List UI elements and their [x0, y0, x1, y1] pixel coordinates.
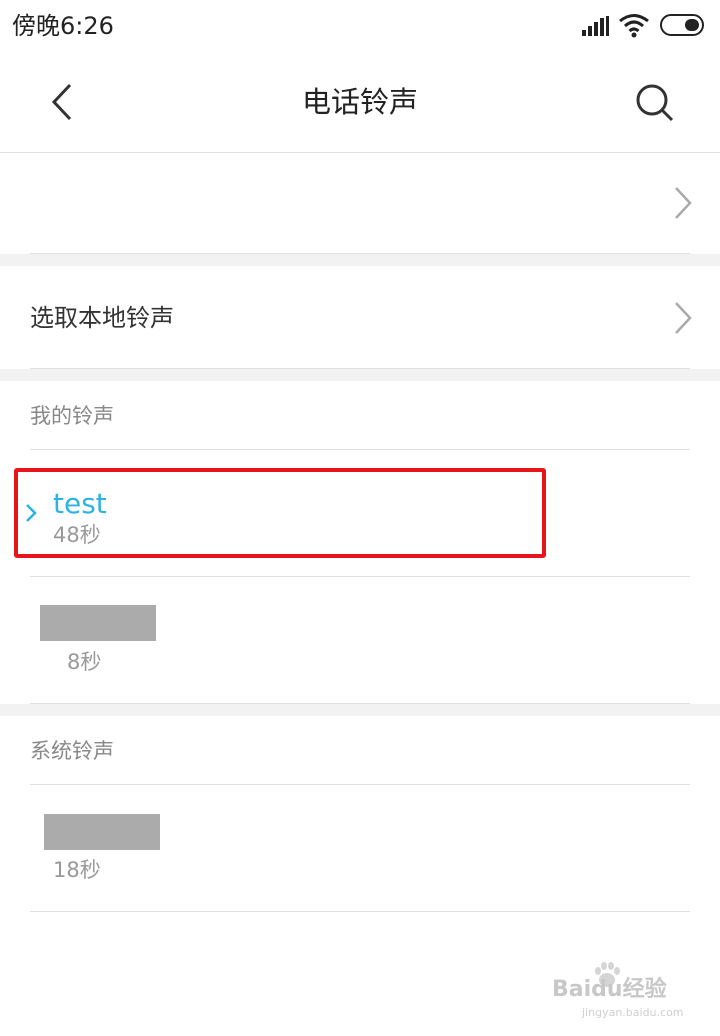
ringtone-setting-row[interactable]: [0, 153, 720, 253]
redacted-title: [44, 814, 160, 850]
watermark-brand: Bai: [552, 977, 592, 1002]
ringtone-duration: 18秒: [53, 858, 101, 882]
battery-icon: [660, 14, 704, 36]
watermark-brand-cn: 经验: [622, 977, 667, 1002]
chevron-right-icon: [675, 302, 692, 334]
watermark-url: jingyan.baidu.com: [582, 1006, 684, 1019]
local-ringtone-label: 选取本地铃声: [30, 304, 174, 332]
my-ringtones-title: 我的铃声: [30, 404, 114, 428]
section-gap: [0, 704, 720, 716]
system-ringtones-title: 系统铃声: [30, 739, 114, 763]
page-title: 电话铃声: [301, 85, 418, 119]
wifi-icon: [619, 14, 649, 38]
section-gap: [0, 254, 720, 266]
section-gap: [0, 369, 720, 381]
ringtone-duration: 8秒: [67, 650, 102, 674]
status-time: 傍晚6:26: [12, 12, 114, 40]
baidu-watermark: Baidu经验 jingyan.baidu.com: [552, 962, 702, 1022]
redacted-title: [40, 605, 156, 641]
signal-icon: [582, 16, 610, 36]
search-icon[interactable]: [630, 80, 678, 124]
divider: [30, 911, 690, 912]
watermark-brand-du: du: [591, 977, 623, 1002]
highlight-box: [14, 468, 546, 558]
chevron-right-icon: [675, 187, 692, 219]
